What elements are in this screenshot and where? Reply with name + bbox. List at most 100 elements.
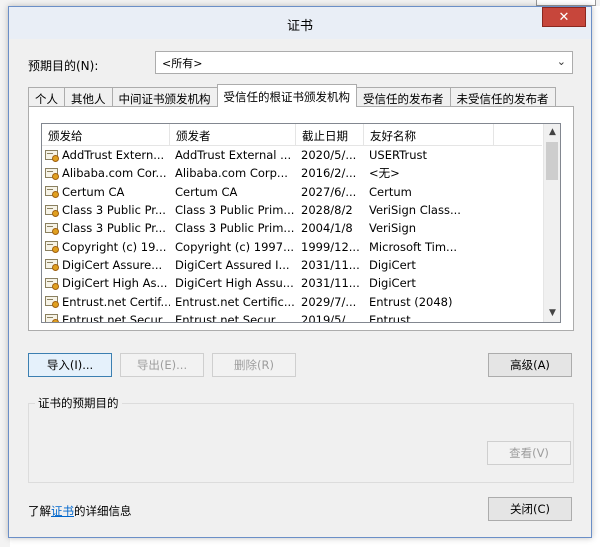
column-expiration[interactable]: 截止日期 (296, 124, 364, 146)
purpose-label: 预期目的(N): (28, 59, 99, 73)
friendly-name: DigiCert (369, 257, 416, 272)
tab-personal[interactable]: 个人 (28, 87, 65, 107)
certificate-icon (45, 295, 59, 309)
certificate-icon (45, 167, 59, 180)
issued-to-cell: Alibaba.com Cor... (42, 166, 170, 180)
issued-to-cell: Class 3 Public Pr... (42, 203, 170, 217)
friendly-name: Entrust (2048) (369, 294, 453, 309)
issued-to-cell: DigiCert Assure... (42, 258, 170, 272)
friendly-name: <无> (369, 166, 400, 181)
expiration: 2019/5/... (301, 312, 357, 323)
issued-to-cell: DigiCert High As... (42, 276, 170, 290)
learn-more-link[interactable]: 证书 (51, 504, 74, 518)
tab-trusted-publishers[interactable]: 受信任的发布者 (356, 87, 451, 107)
tab-untrusted-publishers[interactable]: 未受信任的发布者 (449, 87, 556, 107)
scroll-up-icon[interactable]: ▲ (544, 124, 560, 141)
issued-to-cell: AddTrust Extern... (42, 148, 170, 162)
tab-trusted-root-ca[interactable]: 受信任的根证书颁发机构 (216, 84, 357, 107)
table-row[interactable]: Class 3 Public Pr... Class 3 Public Prim.… (42, 201, 542, 219)
import-button[interactable]: 导入(I)... (28, 353, 112, 377)
learn-more-text: 了解证书的详细信息 (28, 503, 132, 519)
issued-to: DigiCert High As... (62, 276, 168, 291)
column-friendly-name[interactable]: 友好名称 (364, 124, 494, 146)
certificate-icon (45, 258, 59, 272)
certificate-list[interactable]: 颁发给 颁发者 截止日期 友好名称 AddTrust Extern... AddT… (41, 123, 561, 323)
issued-to: Entrust.net Certif... (62, 294, 170, 309)
issued-to: Alibaba.com Cor... (62, 166, 167, 181)
issued-to: AddTrust Extern... (62, 148, 165, 163)
tab-intermediate-ca[interactable]: 中间证书颁发机构 (111, 87, 218, 107)
intended-purposes-group: 证书的预期目的 查看(V) (28, 395, 574, 483)
table-row[interactable]: DigiCert High As... DigiCert High Assu...… (42, 274, 542, 292)
advanced-button[interactable]: 高级(A) (488, 353, 572, 377)
issued-by: Entrust.net Secur... (175, 312, 286, 323)
friendly-name: Certum (369, 184, 412, 199)
certificate-icon (45, 149, 59, 162)
issued-to: Entrust.net Secur... (62, 312, 170, 323)
issued-to: Certum CA (62, 184, 125, 199)
issued-by: Class 3 Public Prim... (175, 221, 295, 236)
issued-by: Class 3 Public Prim... (175, 203, 295, 218)
scroll-thumb[interactable] (546, 142, 558, 180)
table-row[interactable]: Certum CA Certum CA 2027/6/... Certum (42, 183, 542, 201)
issued-by: Alibaba.com Corp... (175, 166, 288, 181)
export-button[interactable]: 导出(E)... (120, 353, 204, 377)
issued-to: Class 3 Public Pr... (62, 221, 166, 236)
certificate-icon (45, 185, 59, 199)
table-row[interactable]: Alibaba.com Cor... Alibaba.com Corp... 201… (42, 164, 542, 182)
certificates-dialog: 证书 ✕ 预期目的(N): <所有> ⌄ 个人 其他人 中间证书颁发机构 受信任… (8, 6, 592, 538)
vertical-scrollbar[interactable]: ▲ ▼ (543, 124, 560, 322)
dialog-client: 预期目的(N): <所有> ⌄ 个人 其他人 中间证书颁发机构 受信任的根证书颁… (15, 39, 585, 531)
title-bar: 证书 ✕ (9, 7, 591, 39)
tab-other-people[interactable]: 其他人 (64, 87, 113, 107)
learn-prefix: 了解 (28, 504, 51, 518)
issued-to-cell: Entrust.net Secur... (42, 312, 170, 323)
friendly-name: VeriSign Class... (369, 203, 461, 218)
table-row[interactable]: Class 3 Public Pr... Class 3 Public Prim.… (42, 219, 542, 237)
expiration: 2016/2/... (301, 166, 357, 181)
friendly-name: Entrust (369, 312, 411, 323)
certificate-icon (45, 240, 59, 254)
expiration: 2031/11... (301, 257, 360, 272)
intended-purposes-title: 证书的预期目的 (35, 395, 122, 411)
certificate-icon (45, 222, 59, 235)
issued-to: DigiCert Assure... (62, 257, 163, 272)
expiration: 2028/8/2 (301, 203, 353, 218)
view-button[interactable]: 查看(V) (487, 441, 571, 465)
close-button[interactable]: 关闭(C) (488, 497, 572, 521)
issued-to: Class 3 Public Pr... (62, 203, 166, 218)
issued-to-cell: Certum CA (42, 185, 170, 199)
purpose-select[interactable]: <所有> ⌄ (155, 51, 573, 74)
tab-strip: 个人 其他人 中间证书颁发机构 受信任的根证书颁发机构 受信任的发布者 未受信任… (28, 84, 556, 107)
friendly-name: VeriSign (369, 221, 417, 236)
table-row[interactable]: Entrust.net Secur... Entrust.net Secur...… (42, 311, 542, 323)
issued-by: Entrust.net Certific... (175, 294, 295, 309)
list-header: 颁发给 颁发者 截止日期 友好名称 (42, 124, 542, 146)
list-rows: AddTrust Extern... AddTrust External ... 2… (42, 146, 542, 323)
table-row[interactable]: Copyright (c) 19... Copyright (c) 1997...… (42, 237, 542, 255)
expiration: 1999/12... (301, 239, 360, 254)
expiration: 2029/7/... (301, 294, 357, 309)
issued-by: AddTrust External ... (175, 148, 292, 163)
chevron-down-icon: ⌄ (556, 55, 566, 68)
learn-suffix: 的详细信息 (74, 504, 132, 518)
scroll-down-icon[interactable]: ▼ (544, 305, 560, 322)
remove-button[interactable]: 删除(R) (212, 353, 296, 377)
issued-to: Copyright (c) 19... (62, 239, 167, 254)
certificate-icon (45, 204, 59, 217)
expiration: 2020/5/... (301, 148, 357, 163)
purpose-value: <所有> (162, 57, 203, 70)
issued-by: Certum CA (175, 184, 238, 199)
issued-to-cell: Class 3 Public Pr... (42, 221, 170, 235)
table-row[interactable]: Entrust.net Certif... Entrust.net Certifi… (42, 292, 542, 310)
column-issued-to[interactable]: 颁发给 (42, 124, 170, 146)
tab-panel: 颁发给 颁发者 截止日期 友好名称 AddTrust Extern... AddT… (28, 106, 574, 331)
table-row[interactable]: AddTrust Extern... AddTrust External ... 2… (42, 146, 542, 164)
column-issued-by[interactable]: 颁发者 (170, 124, 296, 146)
expiration: 2027/6/... (301, 184, 357, 199)
close-icon[interactable]: ✕ (542, 7, 586, 27)
friendly-name: DigiCert (369, 276, 416, 291)
table-row[interactable]: DigiCert Assure... DigiCert Assured I... 2… (42, 256, 542, 274)
expiration: 2004/1/8 (301, 221, 353, 236)
dialog-title: 证书 (286, 19, 313, 34)
